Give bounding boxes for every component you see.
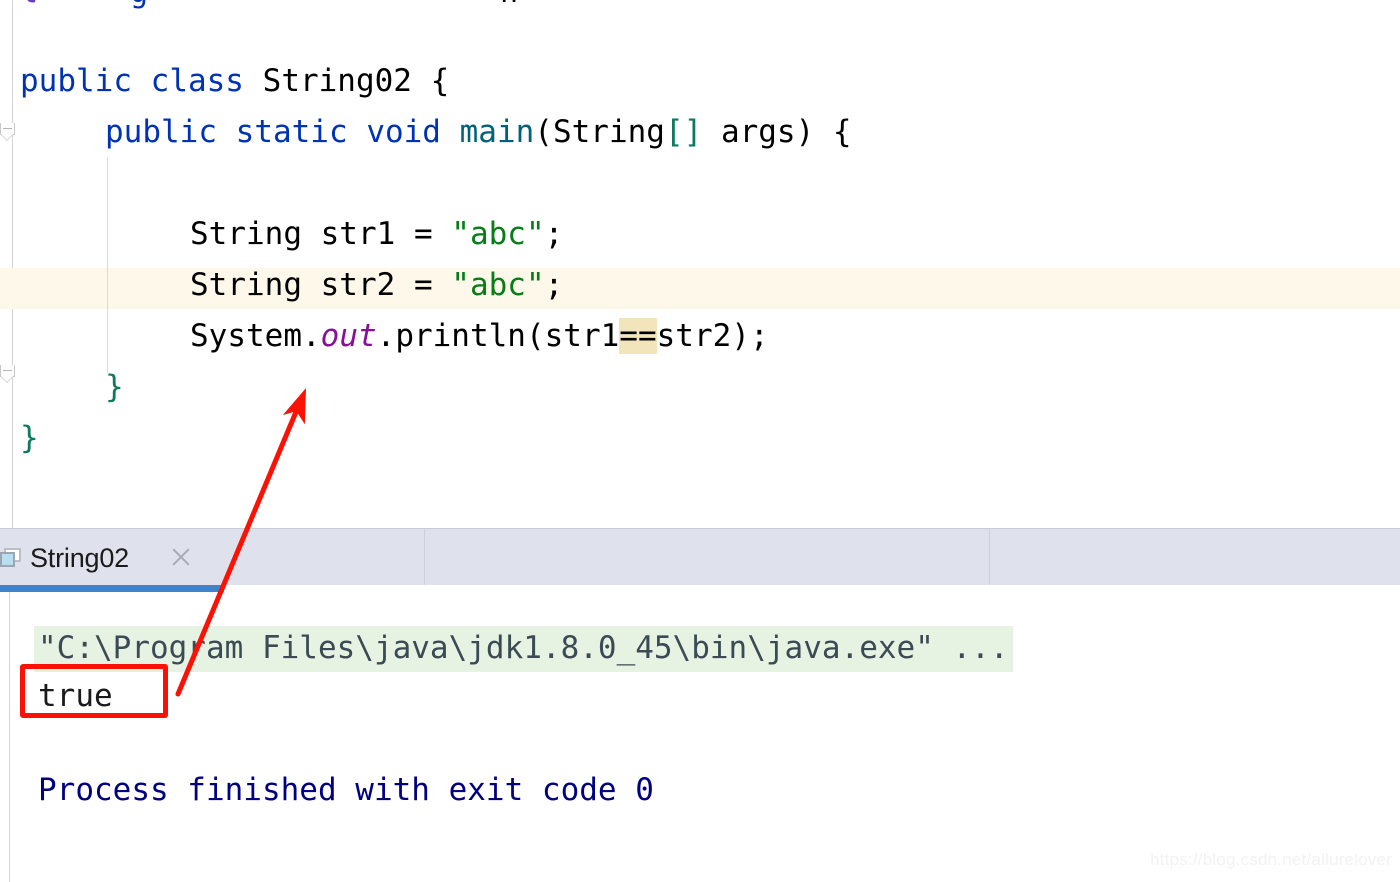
token-close-class-0: } [20, 420, 39, 456]
code-line-println[interactable]: System.out.println(str1==str2); [190, 318, 769, 354]
token-println-3: == [619, 318, 657, 354]
editor-gutter[interactable] [0, 0, 13, 528]
token-decl-str1-0: String str1 = [190, 216, 452, 252]
token-println-1: out [320, 318, 377, 354]
token-decl-str1-2: ; [544, 216, 564, 252]
code-editor-pane[interactable]: l g n public class String02 {public stat… [0, 0, 1400, 528]
token-main-decl-6: main [459, 114, 535, 150]
fold-marker-dash [3, 128, 12, 129]
token-class-decl-1 [132, 63, 151, 99]
token-main-decl-0: public [105, 114, 217, 150]
fold-marker-tip-inner [1, 134, 13, 140]
ide-screenshot: l g n public class String02 {public stat… [0, 0, 1400, 882]
remnant-fragment-3: n [500, 0, 518, 8]
token-main-decl-1 [217, 114, 236, 150]
tab-divider [989, 529, 990, 585]
fold-marker-method[interactable] [0, 123, 16, 141]
token-main-decl-2: static [235, 114, 348, 150]
code-line-close-method[interactable]: } [105, 372, 124, 403]
tab-divider [424, 529, 425, 585]
token-main-decl-7: (String [534, 114, 665, 150]
code-line-close-class[interactable]: } [20, 423, 39, 454]
token-println-4: str2); [656, 318, 769, 354]
console-gutter [0, 592, 10, 882]
console-command-line: "C:\Program Files\java\jdk1.8.0_45\bin\j… [34, 626, 1013, 672]
code-line-decl-str1[interactable]: String str1 = "abc"; [190, 219, 563, 250]
token-main-decl-8: [] [664, 114, 703, 150]
token-class-decl-2: class [150, 63, 244, 99]
remnant-fragment-2: g [130, 0, 148, 8]
console-window-icon [0, 548, 22, 568]
token-decl-str2-0: String str2 = [190, 267, 452, 303]
token-decl-str1-1: "abc" [451, 216, 545, 252]
watermark-text: https://blog.csdn.net/allurelover [1150, 850, 1392, 869]
active-tab-underline [0, 585, 224, 592]
truncated-top-code-line: l g n [0, 0, 1400, 10]
console-output-pane[interactable]: "C:\Program Files\java\jdk1.8.0_45\bin\j… [0, 592, 1400, 882]
code-line-decl-str2[interactable]: String str2 = "abc"; [190, 270, 563, 301]
run-tool-window: String02 "C:\Program Files\java\jdk1.8.0… [0, 528, 1400, 882]
run-tab-label: String02 [30, 543, 129, 573]
fold-marker-class[interactable] [0, 365, 16, 383]
token-println-0: System. [190, 318, 321, 354]
token-class-decl-5: { [411, 63, 450, 99]
run-tab-bar[interactable]: String02 [0, 529, 1400, 585]
token-main-decl-5 [441, 114, 460, 150]
code-line-main-decl[interactable]: public static void main(String[] args) { [105, 117, 852, 148]
token-main-decl-3 [348, 114, 367, 150]
token-main-decl-4: void [366, 114, 441, 150]
console-exit-line: Process finished with exit code 0 [38, 772, 654, 808]
indent-guide [107, 157, 108, 373]
token-decl-str2-1: "abc" [451, 267, 545, 303]
token-class-decl-3 [244, 63, 263, 99]
token-decl-str2-2: ; [544, 267, 564, 303]
token-main-decl-9: args) { [702, 114, 852, 150]
fold-marker-dash [3, 370, 12, 371]
close-icon[interactable] [170, 546, 192, 568]
token-class-decl-4: String02 [262, 63, 412, 99]
annotation-highlight-box [20, 664, 168, 718]
token-close-method-0: } [105, 369, 124, 405]
console-icon-front [0, 552, 15, 567]
run-tab-string02[interactable]: String02 [0, 529, 424, 585]
token-class-decl-0: public [20, 63, 132, 99]
token-println-2: .println(str1 [376, 318, 620, 354]
fold-marker-tip-inner [1, 376, 13, 382]
code-line-class-decl[interactable]: public class String02 { [20, 66, 449, 97]
remnant-fragment-1: l [20, 0, 38, 8]
